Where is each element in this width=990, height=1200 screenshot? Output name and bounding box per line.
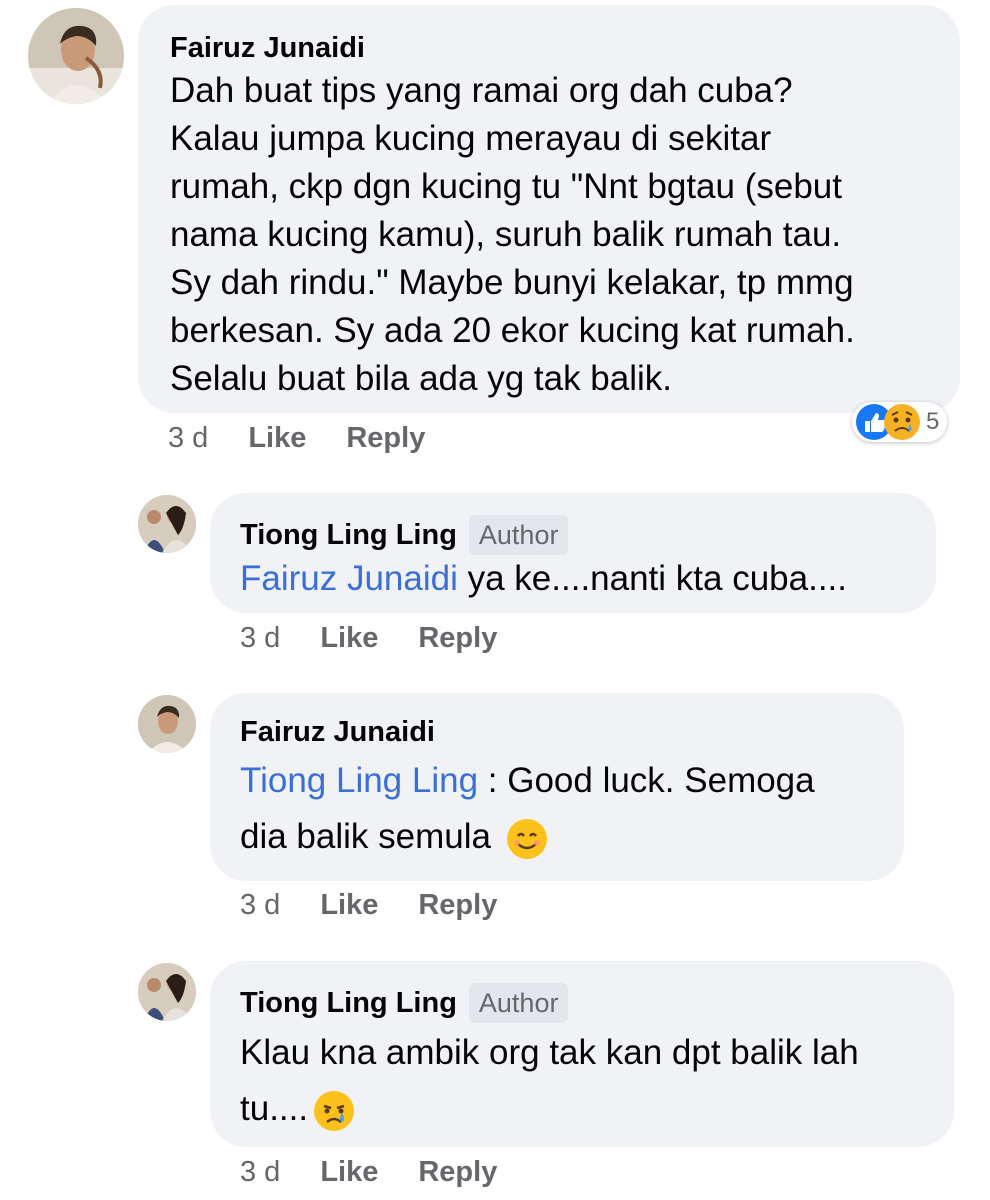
avatar[interactable]: [138, 963, 196, 1021]
author-name[interactable]: Fairuz Junaidi: [240, 715, 435, 749]
mention-link[interactable]: Tiong Ling Ling: [240, 761, 478, 800]
comment-actions: 3 d Like Reply: [240, 887, 497, 923]
author-name[interactable]: Tiong Ling Ling: [240, 518, 457, 552]
comment-bubble: Fairuz Junaidi Tiong Ling Ling : Good lu…: [210, 693, 904, 881]
comment-text: Fairuz Junaidi ya ke....nanti kta cuba..…: [240, 555, 936, 603]
comment-actions: 3 d Like Reply: [168, 420, 425, 456]
comment-4: Tiong Ling Ling Author Klau kna ambik or…: [0, 958, 990, 1200]
comment-text: Tiong Ling Ling : Good luck. Semoga dia …: [240, 753, 904, 865]
comment-text: Dah buat tips yang ramai org dah cuba? K…: [170, 71, 855, 398]
author-row: Tiong Ling Ling Author: [240, 983, 954, 1023]
comment-bubble: Tiong Ling Ling Author Fairuz Junaidi ya…: [210, 493, 936, 613]
smiling-face-emoji: [505, 817, 549, 861]
comment-bubble: Tiong Ling Ling Author Klau kna ambik or…: [210, 961, 954, 1147]
author-badge: Author: [468, 983, 569, 1023]
reply-button[interactable]: Reply: [418, 620, 497, 656]
comment-actions: 3 d Like Reply: [240, 620, 497, 656]
comment-1: Fairuz Junaidi Dah buat tips yang ramai …: [0, 0, 990, 470]
comment-bubble: Fairuz Junaidi Dah buat tips yang ramai …: [138, 5, 960, 413]
crying-face-emoji: [312, 1089, 356, 1133]
comment-3: Fairuz Junaidi Tiong Ling Ling : Good lu…: [0, 690, 990, 930]
profile-photo-icon: [138, 495, 196, 553]
timestamp[interactable]: 3 d: [240, 1154, 280, 1190]
reply-button[interactable]: Reply: [418, 1154, 497, 1190]
author-badge: Author: [468, 515, 569, 555]
reactions-summary[interactable]: 5: [852, 402, 948, 442]
author-name[interactable]: Fairuz Junaidi: [170, 31, 365, 65]
author-row: Fairuz Junaidi: [240, 715, 904, 749]
profile-photo-icon: [28, 8, 124, 104]
author-row: Fairuz Junaidi: [170, 31, 960, 65]
like-button[interactable]: Like: [320, 1154, 378, 1190]
timestamp[interactable]: 3 d: [168, 420, 208, 456]
avatar[interactable]: [28, 8, 124, 104]
profile-photo-icon: [138, 695, 196, 753]
timestamp[interactable]: 3 d: [240, 620, 280, 656]
comment-actions: 3 d Like Reply: [240, 1154, 497, 1190]
reply-button[interactable]: Reply: [346, 420, 425, 456]
comment-text: Klau kna ambik org tak kan dpt balik lah…: [240, 1025, 954, 1137]
reply-button[interactable]: Reply: [418, 887, 497, 923]
comment-text-body: ya ke....nanti kta cuba....: [457, 559, 847, 598]
author-row: Tiong Ling Ling Author: [240, 515, 936, 555]
author-name[interactable]: Tiong Ling Ling: [240, 986, 457, 1020]
sad-reaction-icon: [884, 404, 920, 440]
mention-link[interactable]: Fairuz Junaidi: [240, 559, 458, 598]
avatar[interactable]: [138, 695, 196, 753]
profile-photo-icon: [138, 963, 196, 1021]
like-button[interactable]: Like: [320, 620, 378, 656]
reaction-count: 5: [926, 408, 940, 435]
like-button[interactable]: Like: [248, 420, 306, 456]
timestamp[interactable]: 3 d: [240, 887, 280, 923]
like-button[interactable]: Like: [320, 887, 378, 923]
comment-2: Tiong Ling Ling Author Fairuz Junaidi ya…: [0, 490, 990, 670]
avatar[interactable]: [138, 495, 196, 553]
